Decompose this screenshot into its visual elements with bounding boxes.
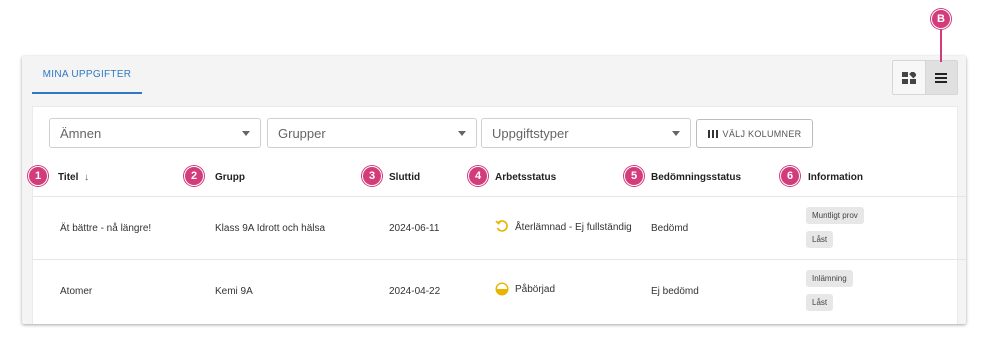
column-header-deadline[interactable]: Sluttid: [389, 172, 420, 183]
info-badge: Muntligt prov: [806, 207, 864, 224]
locked-badge: Låst: [806, 231, 834, 248]
task-types-select-label: Uppgiftstyper: [492, 125, 569, 141]
row-group: Kemi 9A: [215, 286, 253, 297]
view-toggle: [892, 60, 958, 95]
groups-select-label: Grupper: [278, 125, 326, 141]
in-progress-icon: [495, 282, 509, 296]
column-header-title[interactable]: Titel ↓: [58, 172, 89, 183]
choose-columns-button[interactable]: VÄLJ KOLUMNER: [696, 119, 813, 148]
choose-columns-label: VÄLJ KOLUMNER: [722, 128, 802, 139]
column-header-information[interactable]: Information: [808, 172, 863, 183]
sort-down-arrow-icon: ↓: [84, 172, 90, 183]
column-header-assessment-status[interactable]: Bedömningsstatus: [651, 172, 741, 183]
annotation-marker-1: 1: [28, 166, 48, 186]
returned-icon: [495, 220, 508, 232]
annotation-marker-4: 4: [468, 166, 488, 186]
grid-view-icon: [901, 71, 916, 84]
row-title[interactable]: Ät bättre - nå längre!: [60, 223, 151, 234]
column-header-work-status[interactable]: Arbetsstatus: [495, 172, 556, 183]
row-assessment-status: Ej bedömd: [651, 286, 699, 297]
subjects-select-label: Ämnen: [60, 125, 102, 141]
annotation-marker-b: B: [931, 9, 951, 29]
column-header-group[interactable]: Grupp: [215, 172, 245, 183]
row-group: Klass 9A Idrott och hälsa: [215, 223, 326, 234]
annotation-marker-6: 6: [780, 166, 800, 186]
column-header-title-label: Titel: [58, 172, 79, 183]
annotation-marker-3: 3: [362, 166, 382, 186]
row-deadline: 2024-06-11: [389, 223, 440, 234]
row-divider: [33, 259, 966, 260]
list-view-icon: [935, 72, 948, 83]
annotation-pointer-line: [940, 28, 942, 62]
annotation-marker-5: 5: [624, 166, 644, 186]
row-work-status: Återlämnad - Ej fullständig: [515, 222, 632, 233]
row-assessment-status: Bedömd: [651, 223, 689, 234]
list-view-button[interactable]: [924, 61, 957, 94]
subjects-select[interactable]: Ämnen: [49, 118, 261, 148]
header-divider: [33, 196, 966, 197]
chevron-down-icon: [672, 131, 680, 136]
row-work-status: Påbörjad: [515, 284, 556, 295]
tab-mina-uppgifter[interactable]: MINA UPPGIFTER: [32, 56, 142, 94]
info-badge: Inlämning: [806, 270, 853, 287]
grid-view-button[interactable]: [893, 61, 925, 94]
annotation-marker-2: 2: [184, 166, 204, 186]
row-title[interactable]: Atomer: [60, 286, 92, 297]
groups-select[interactable]: Grupper: [267, 118, 477, 148]
columns-icon: [707, 129, 718, 138]
row-deadline: 2024-04-22: [389, 286, 441, 297]
task-types-select[interactable]: Uppgiftstyper: [481, 118, 691, 148]
locked-badge: Låst: [806, 294, 834, 311]
chevron-down-icon: [242, 131, 250, 136]
chevron-down-icon: [458, 131, 466, 136]
